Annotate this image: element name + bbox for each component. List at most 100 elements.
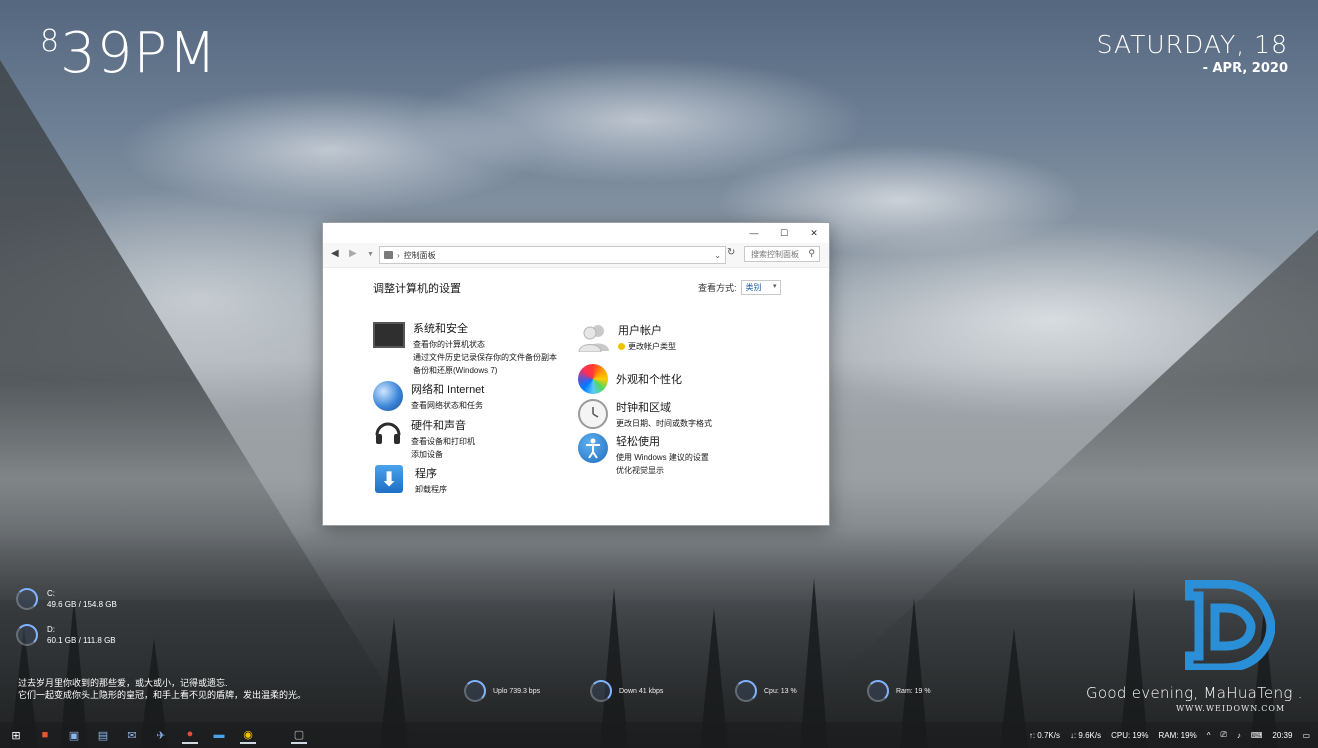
- category-title[interactable]: 时钟和区域: [616, 399, 712, 415]
- desktop-clock: 839PM: [40, 22, 217, 86]
- globe-icon: [373, 381, 403, 411]
- drive-name: C:: [47, 589, 55, 598]
- refresh-icon[interactable]: ↻: [727, 247, 735, 258]
- address-bar[interactable]: › 控制面板 ⌄: [379, 246, 726, 264]
- category-link[interactable]: 添加设备: [411, 448, 475, 461]
- ram-meter: Ram: 19 %: [867, 680, 931, 702]
- app-icon-2[interactable]: ▤: [95, 727, 111, 743]
- category-link[interactable]: 更改日期、时间或数字格式: [616, 417, 712, 430]
- category-link[interactable]: 备份和还原(Windows 7): [413, 364, 557, 377]
- view-by-label: 查看方式:: [698, 283, 737, 293]
- network-icon[interactable]: ⎚: [1220, 730, 1226, 740]
- drive-ring-icon: [16, 624, 38, 646]
- date-month: - APR, 2020: [1202, 61, 1288, 76]
- tray-upload-speed: ↑: 0.7K/s: [1028, 730, 1060, 740]
- maximize-button[interactable]: ☐: [769, 223, 799, 243]
- chevron-down-icon: ▾: [773, 283, 777, 290]
- forward-arrow-icon[interactable]: ▶: [349, 248, 357, 259]
- category-title[interactable]: 网络和 Internet: [411, 381, 484, 397]
- view-by-control: 查看方式: 类别 ▾: [698, 280, 781, 295]
- search-input[interactable]: 搜索控制面板 ⚲: [744, 246, 820, 262]
- drive-usage: 60.1 GB / 111.8 GB: [47, 636, 116, 645]
- upload-meter: Uplo 739.3 bps: [464, 680, 540, 702]
- download-value: Down 41 kbps: [619, 687, 664, 695]
- headset-icon: [373, 417, 403, 447]
- minimize-button[interactable]: —: [739, 223, 769, 243]
- ram-value: Ram: 19 %: [896, 687, 931, 695]
- download-arrow-icon: ⬇: [375, 465, 403, 493]
- control-panel-window: — ☐ ✕ ◀ ▶ ▼ › 控制面板 ⌄ ↻ 搜索控制面板 ⚲ 调整计算机的设置…: [322, 222, 830, 526]
- tray-cpu: CPU: 19%: [1111, 730, 1149, 740]
- navigation-bar: ◀ ▶ ▼ › 控制面板 ⌄ ↻ 搜索控制面板 ⚲: [323, 243, 829, 268]
- monitor-icon: [373, 322, 405, 348]
- category-ease-of-access: 轻松使用 使用 Windows 建议的设置 优化视觉显示: [578, 433, 709, 477]
- back-arrow-icon[interactable]: ◀: [331, 248, 339, 259]
- mail-icon[interactable]: ✉: [124, 727, 140, 743]
- category-link[interactable]: 更改帐户类型: [618, 340, 676, 353]
- office-icon[interactable]: ■: [37, 727, 53, 743]
- meter-ring-icon: [867, 680, 889, 702]
- greeting-text: Good evening, MaHuaTeng .: [1086, 684, 1303, 702]
- category-link[interactable]: 查看设备和打印机: [411, 435, 475, 448]
- tray-expand-icon[interactable]: ^: [1207, 731, 1211, 740]
- app-icon-3[interactable]: ✈: [153, 727, 169, 743]
- category-programs: ⬇ 程序 卸载程序: [375, 465, 447, 496]
- app-icon-1[interactable]: ▣: [66, 727, 82, 743]
- meter-ring-icon: [735, 680, 757, 702]
- address-text: 控制面板: [403, 250, 436, 260]
- clock-minutes: 39PM: [60, 21, 218, 86]
- category-link[interactable]: 查看你的计算机状态: [413, 338, 557, 351]
- category-link[interactable]: 优化视觉显示: [616, 464, 709, 477]
- tray-time[interactable]: 20:39: [1272, 731, 1292, 740]
- tray-ram: RAM: 19%: [1158, 730, 1197, 740]
- category-title[interactable]: 硬件和声音: [411, 417, 475, 433]
- category-link[interactable]: 查看网络状态和任务: [411, 399, 484, 412]
- category-appearance: 外观和个性化: [578, 364, 682, 394]
- accessibility-icon: [578, 433, 608, 463]
- shield-icon: [618, 343, 625, 350]
- system-tray: ↑: 0.7K/s ↓: 9.6K/s CPU: 19% RAM: 19% ^ …: [1029, 722, 1318, 748]
- folder-icon[interactable]: ▬: [211, 727, 227, 743]
- category-title[interactable]: 程序: [415, 465, 447, 481]
- category-hardware-sound: 硬件和声音 查看设备和打印机 添加设备: [373, 417, 475, 461]
- category-user-accounts: 用户帐户 更改帐户类型: [578, 322, 676, 353]
- clock-icon: [578, 399, 608, 429]
- drive-usage: 49.6 GB / 154.8 GB: [47, 600, 117, 609]
- control-panel-taskbar-icon[interactable]: ▢: [291, 726, 307, 744]
- category-system-security: 系统和安全 查看你的计算机状态 通过文件历史记录保存你的文件备份副本 备份和还原…: [373, 320, 557, 377]
- chevron-down-icon[interactable]: ⌄: [714, 251, 721, 260]
- category-clock-region: 时钟和区域 更改日期、时间或数字格式: [578, 399, 712, 430]
- close-button[interactable]: ✕: [799, 223, 829, 243]
- view-by-select[interactable]: 类别 ▾: [740, 280, 781, 295]
- category-link[interactable]: 卸载程序: [415, 483, 447, 496]
- watermark-text: WWW.WEIDOWN.COM: [1176, 704, 1286, 713]
- tray-download-speed: ↓: 9.6K/s: [1069, 730, 1102, 740]
- volume-icon[interactable]: ♪: [1237, 731, 1241, 740]
- search-placeholder: 搜索控制面板: [751, 249, 799, 259]
- category-link[interactable]: 通过文件历史记录保存你的文件备份副本: [413, 351, 557, 364]
- meter-ring-icon: [590, 680, 612, 702]
- quote-line-2: 它们一起变成你头上隐形的皇冠，和手上看不见的盾牌，发出温柔的光。: [18, 690, 307, 700]
- category-title[interactable]: 系统和安全: [413, 320, 557, 336]
- netease-music-icon[interactable]: ●: [182, 726, 198, 744]
- chrome-icon[interactable]: ◉: [240, 726, 256, 744]
- keyboard-icon[interactable]: ⌨: [1251, 731, 1263, 740]
- category-title[interactable]: 用户帐户: [618, 322, 676, 338]
- drive-widget-c: C: 49.6 GB / 154.8 GB: [16, 588, 117, 610]
- upload-value: Uplo 739.3 bps: [493, 687, 541, 695]
- category-link[interactable]: 使用 Windows 建议的设置: [616, 451, 709, 464]
- users-icon: [578, 322, 610, 353]
- drive-name: D:: [47, 625, 55, 634]
- category-title[interactable]: 轻松使用: [616, 433, 709, 449]
- category-network-internet: 网络和 Internet 查看网络状态和任务: [373, 381, 484, 412]
- cpu-meter: Cpu: 13 %: [735, 680, 797, 702]
- recent-dropdown-icon[interactable]: ▼: [367, 251, 374, 258]
- drive-widget-d: D: 60.1 GB / 111.8 GB: [16, 624, 116, 646]
- weidown-logo: [1184, 579, 1276, 673]
- window-titlebar[interactable]: — ☐ ✕: [323, 223, 829, 243]
- cpu-value: Cpu: 13 %: [764, 687, 797, 695]
- category-title[interactable]: 外观和个性化: [616, 371, 682, 387]
- start-icon[interactable]: ⊞: [8, 727, 24, 743]
- notification-icon[interactable]: ▭: [1302, 731, 1310, 740]
- search-icon[interactable]: ⚲: [808, 248, 815, 259]
